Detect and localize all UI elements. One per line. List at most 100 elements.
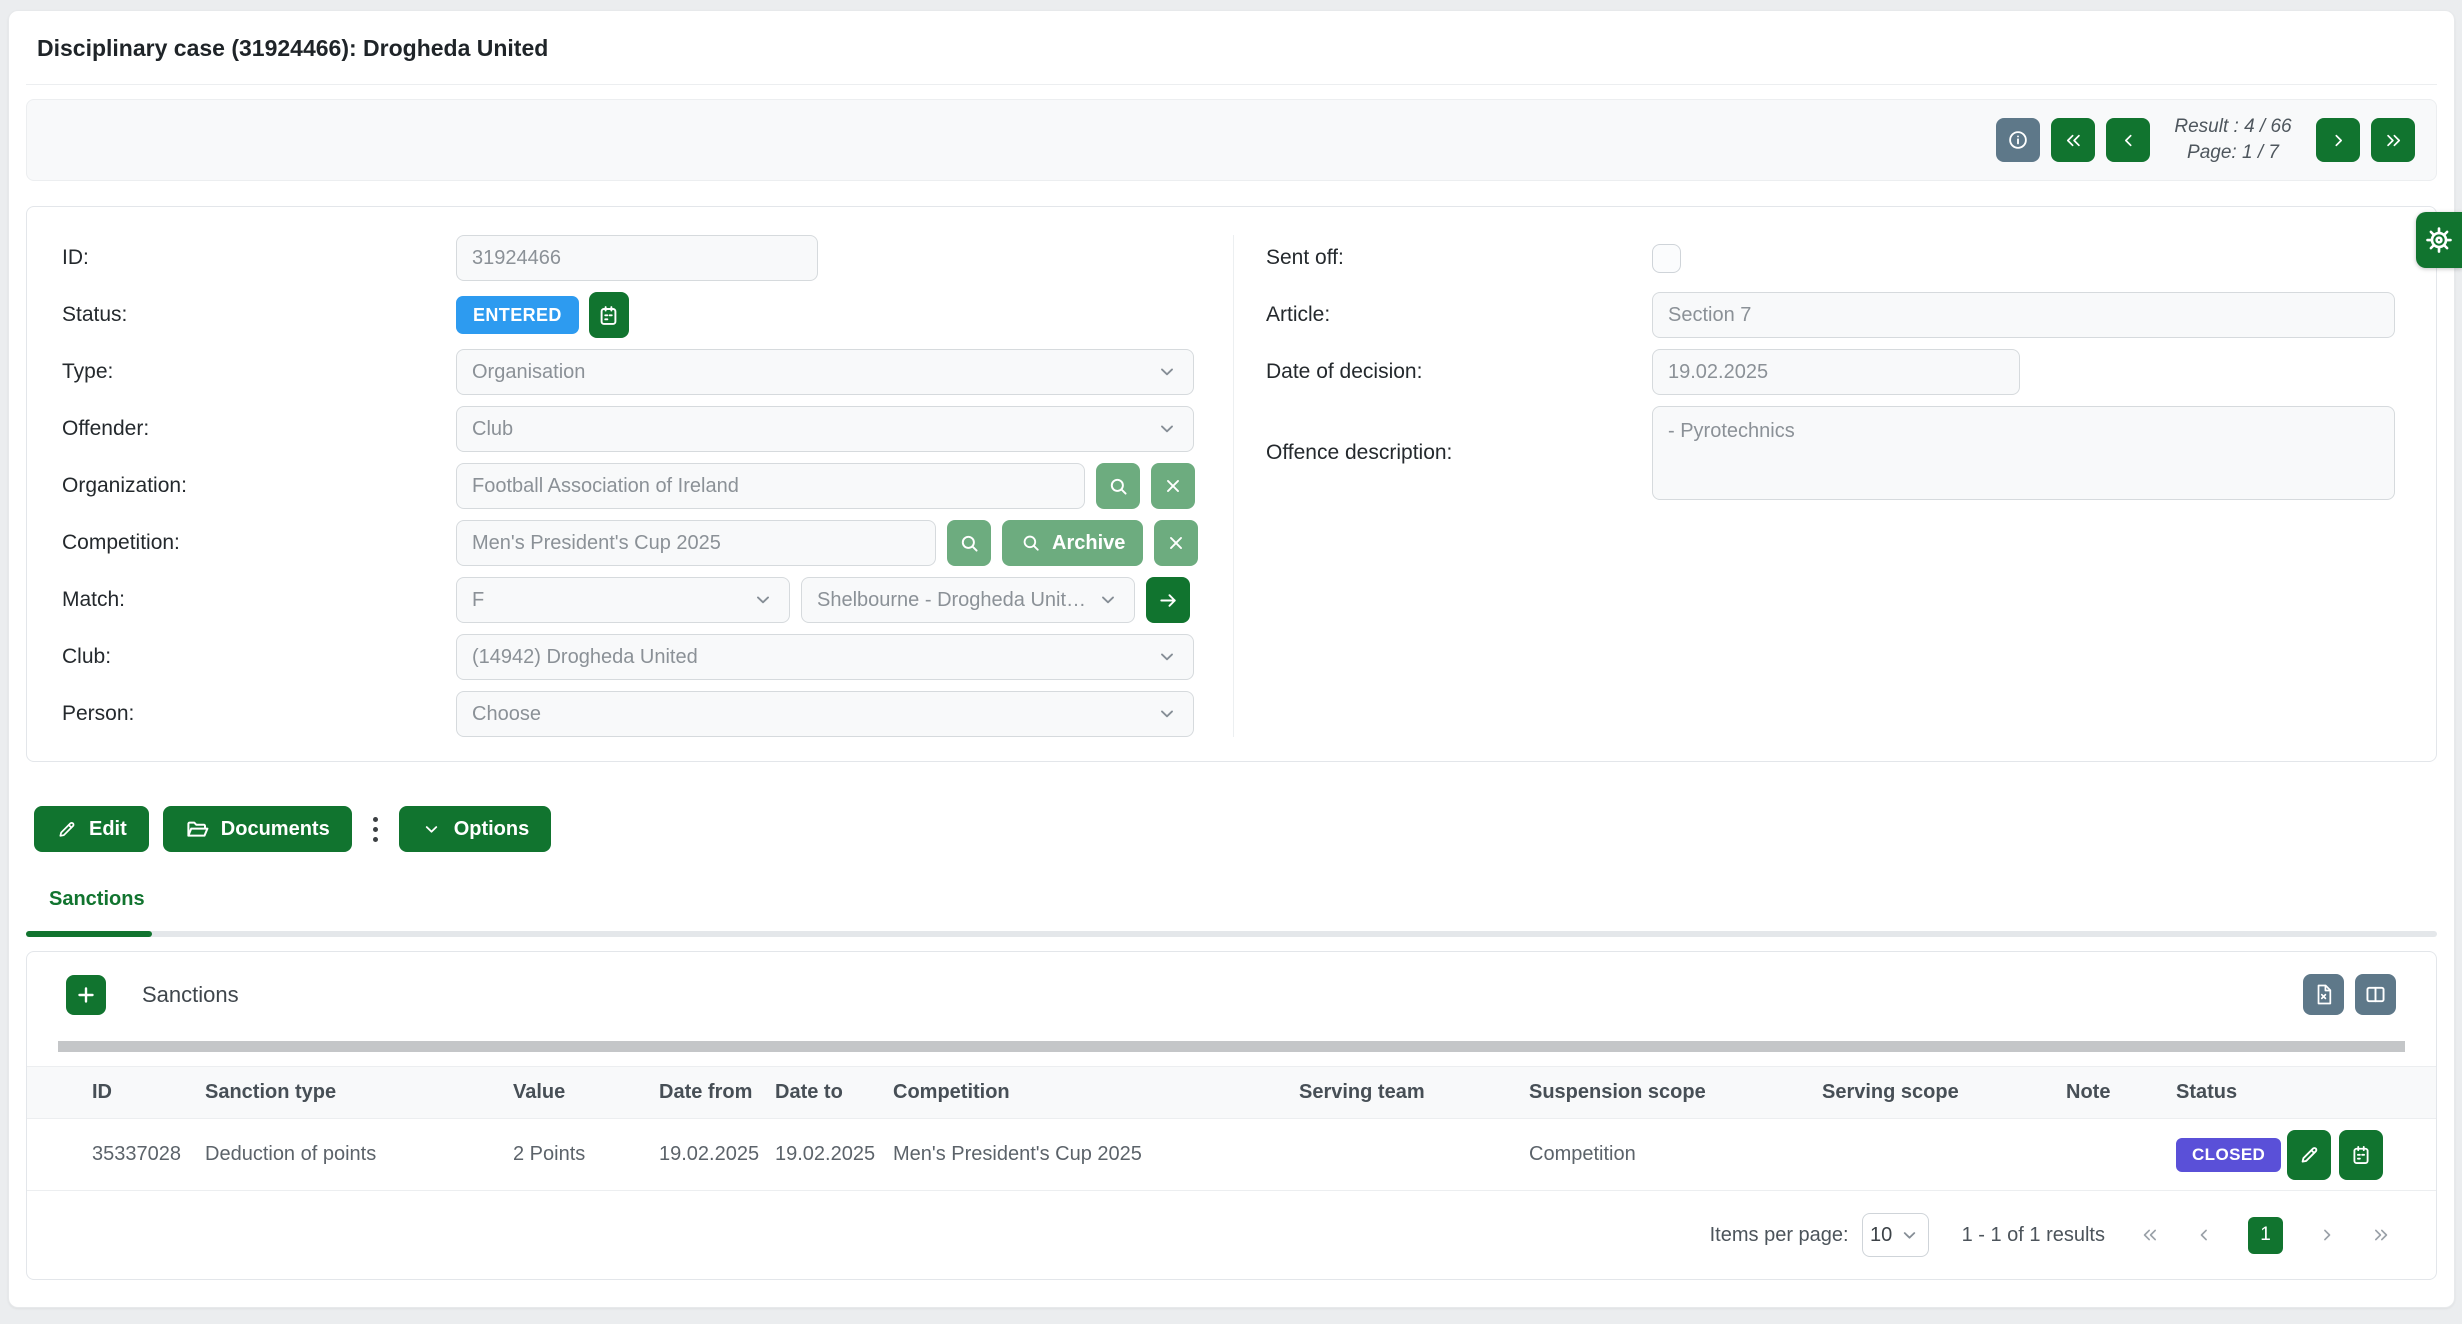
documents-button[interactable]: Documents (163, 806, 352, 852)
club-label: Club: (62, 645, 456, 669)
date-of-decision-input[interactable] (1652, 349, 2020, 395)
next-page-button[interactable] (2317, 1225, 2337, 1245)
competition-archive-search-button[interactable]: Archive (1002, 520, 1143, 566)
col-header-serving-scope: Serving scope (1822, 1067, 2066, 1119)
offender-label: Offender: (62, 417, 456, 441)
plus-icon (74, 983, 98, 1007)
status-label: Status: (62, 303, 456, 327)
person-select[interactable]: Choose (456, 691, 1194, 737)
search-icon (1107, 475, 1130, 498)
column-settings-button[interactable] (2355, 974, 2396, 1015)
competition-search-button[interactable] (947, 520, 991, 566)
form-row-match: Match: F Shelbourne - Drogheda United (62, 577, 1233, 623)
options-button-label: Options (454, 818, 530, 841)
form-row-club: Club: (14942) Drogheda United (62, 634, 1233, 680)
type-select[interactable]: Organisation (456, 349, 1194, 395)
edit-button-label: Edit (89, 818, 127, 841)
table-pagination: Items per page: 10 1 - 1 of 1 results 1 (27, 1191, 2436, 1279)
tab-sanctions[interactable]: Sanctions (26, 888, 145, 911)
case-form: ID: Status: ENTERED Type: Organisation O… (26, 206, 2437, 762)
more-actions-menu[interactable] (373, 817, 378, 842)
cell-serving-team (1299, 1119, 1529, 1191)
items-per-page-value: 10 (1870, 1224, 1892, 1247)
status-badge: ENTERED (456, 296, 579, 334)
archive-button-label: Archive (1052, 532, 1125, 555)
result-count: Result : 4 / 66 (2167, 114, 2299, 140)
items-per-page-select[interactable]: 10 (1862, 1213, 1929, 1257)
chevron-right-icon (2317, 1225, 2337, 1245)
cell-suspension-scope: Competition (1529, 1119, 1822, 1191)
cell-note (2066, 1119, 2176, 1191)
col-header-id: ID (27, 1067, 205, 1119)
file-excel-icon (2312, 983, 2335, 1006)
x-icon (1165, 532, 1187, 554)
organization-input[interactable] (456, 463, 1085, 509)
previous-page-button[interactable] (2194, 1225, 2214, 1245)
form-row-date-of-decision: Date of decision: (1266, 349, 2395, 395)
match-leg-select[interactable]: F (456, 577, 790, 623)
col-header-sanction-type: Sanction type (205, 1067, 513, 1119)
organization-clear-button[interactable] (1151, 463, 1195, 509)
cell-date-from: 19.02.2025 (659, 1119, 775, 1191)
search-icon (958, 532, 981, 555)
type-value: Organisation (472, 361, 585, 384)
next-record-button[interactable] (2316, 118, 2360, 162)
col-header-date-from: Date from (659, 1067, 775, 1119)
organization-search-button[interactable] (1096, 463, 1140, 509)
cell-status: CLOSED (2176, 1119, 2436, 1191)
cell-value: 2 Points (513, 1119, 659, 1191)
table-columns-icon (2364, 983, 2387, 1006)
status-history-button[interactable] (589, 292, 629, 338)
first-record-button[interactable] (2051, 118, 2095, 162)
pager: 1 (2140, 1217, 2391, 1254)
current-page-button[interactable]: 1 (2248, 1217, 2283, 1254)
sanctions-table: ID Sanction type Value Date from Date to… (27, 1066, 2436, 1191)
form-row-type: Type: Organisation (62, 349, 1233, 395)
first-page-button[interactable] (2140, 1225, 2160, 1245)
last-record-button[interactable] (2371, 118, 2415, 162)
chevron-left-icon (2118, 130, 2139, 151)
col-header-status: Status (2176, 1067, 2436, 1119)
arrow-right-icon (1157, 589, 1180, 612)
edit-button[interactable]: Edit (34, 806, 149, 852)
chevron-down-icon (1156, 703, 1178, 725)
chevrons-left-icon (2140, 1225, 2160, 1245)
edit-sanction-button[interactable] (2287, 1130, 2331, 1180)
form-row-sent-off: Sent off: (1266, 235, 2395, 281)
col-header-note: Note (2066, 1067, 2176, 1119)
settings-tab[interactable] (2416, 212, 2462, 268)
article-input[interactable] (1652, 292, 2395, 338)
table-horizontal-scrollbar[interactable] (58, 1041, 2405, 1052)
pencil-icon (2298, 1144, 2320, 1166)
match-open-button[interactable] (1146, 577, 1190, 623)
match-leg-value: F (472, 589, 484, 612)
x-icon (1162, 475, 1184, 497)
club-select[interactable]: (14942) Drogheda United (456, 634, 1194, 680)
sanction-history-button[interactable] (2339, 1130, 2383, 1180)
previous-record-button[interactable] (2106, 118, 2150, 162)
gear-icon (2424, 225, 2454, 255)
add-sanction-button[interactable] (66, 975, 106, 1015)
sent-off-label: Sent off: (1266, 246, 1652, 270)
col-header-serving-team: Serving team (1299, 1067, 1529, 1119)
form-row-competition: Competition: Archive (62, 520, 1233, 566)
club-value: (14942) Drogheda United (472, 646, 698, 669)
person-label: Person: (62, 702, 456, 726)
folder-open-icon (185, 817, 209, 841)
sent-off-checkbox[interactable] (1652, 244, 1681, 273)
id-input[interactable] (456, 235, 818, 281)
sanctions-panel-header: Sanctions (27, 952, 2436, 1015)
offence-description-textarea[interactable]: - Pyrotechnics (1652, 406, 2395, 500)
offender-select[interactable]: Club (456, 406, 1194, 452)
last-page-button[interactable] (2371, 1225, 2391, 1245)
competition-clear-button[interactable] (1154, 520, 1198, 566)
competition-input[interactable] (456, 520, 936, 566)
export-excel-button[interactable] (2303, 974, 2344, 1015)
sanctions-panel: Sanctions ID Sanction type (26, 951, 2437, 1280)
match-fixture-select[interactable]: Shelbourne - Drogheda United (801, 577, 1135, 623)
table-header-row: ID Sanction type Value Date from Date to… (27, 1067, 2436, 1119)
info-button[interactable] (1996, 118, 2040, 162)
chevron-down-icon (1899, 1225, 1920, 1246)
options-button[interactable]: Options (399, 806, 552, 852)
article-label: Article: (1266, 303, 1652, 327)
